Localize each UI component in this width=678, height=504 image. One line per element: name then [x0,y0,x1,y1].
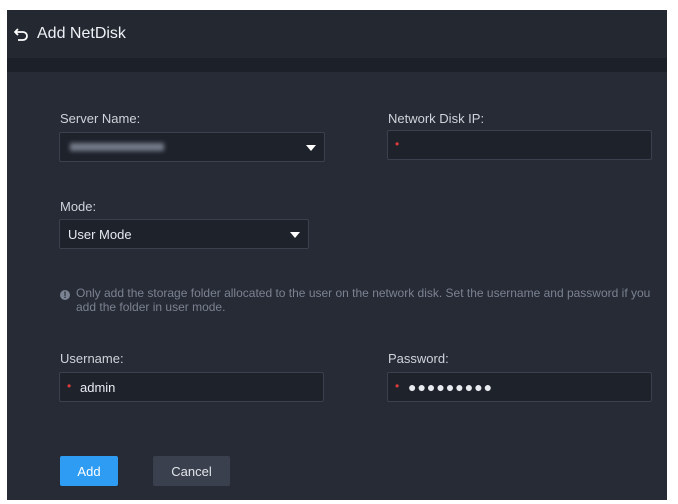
network-disk-ip-input[interactable] [408,131,645,159]
header-divider [7,58,667,72]
username-label: Username: [60,351,124,366]
dropdown-caret-icon [306,145,316,151]
server-name-select[interactable] [59,132,325,162]
cancel-button[interactable]: Cancel [153,456,230,486]
network-disk-ip-field[interactable]: • [387,130,652,160]
dropdown-caret-icon [290,232,300,238]
mode-label: Mode: [60,199,97,214]
mode-select-value: User Mode [68,227,132,242]
back-arrow-icon[interactable] [13,26,29,42]
server-name-label: Server Name: [60,111,141,126]
password-label: Password: [388,351,449,366]
page-title: Add NetDisk [37,25,126,42]
info-icon: ! [60,290,70,300]
mode-select[interactable]: User Mode [59,219,309,249]
add-button[interactable]: Add [60,456,118,486]
username-input[interactable] [80,373,317,401]
required-marker: • [395,137,400,151]
password-field[interactable]: • [387,372,652,402]
network-disk-ip-label: Network Disk IP: [388,111,485,126]
password-input[interactable] [408,373,645,401]
required-marker: • [395,379,400,393]
page-header: Add NetDisk [7,10,667,58]
required-marker: • [67,379,72,393]
add-netdisk-dialog: Add NetDisk Server Name: Network Disk IP… [7,10,667,500]
username-field[interactable]: • [59,372,324,402]
server-name-value-redacted [70,143,164,151]
notice-text: Only add the storage folder allocated to… [76,286,651,314]
